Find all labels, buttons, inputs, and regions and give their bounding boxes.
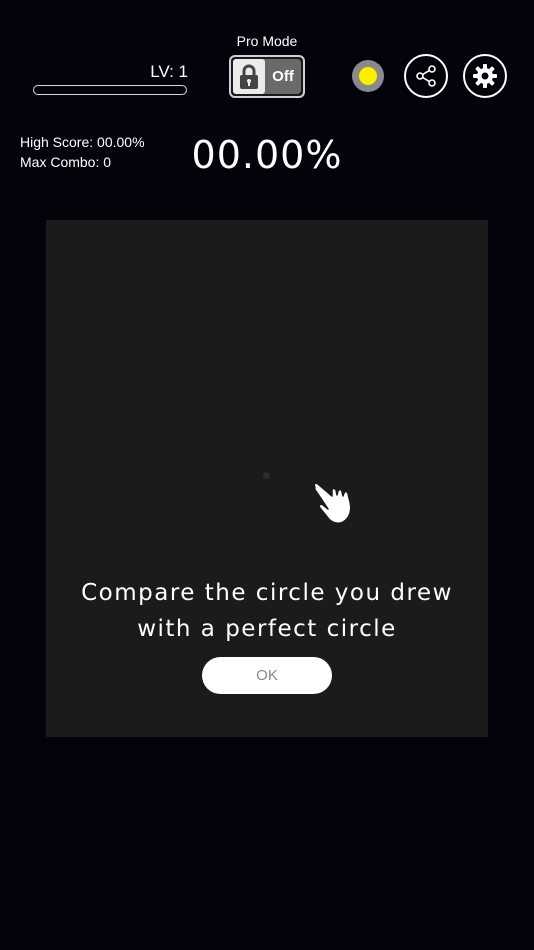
center-point: [263, 472, 270, 479]
level-progress-bar: [33, 85, 187, 95]
pro-mode-label: Pro Mode: [236, 33, 298, 49]
high-score: High Score: 00.00%: [20, 134, 145, 150]
tutorial-text-line-2: with a perfect circle: [137, 616, 397, 642]
max-combo: Max Combo: 0: [20, 154, 112, 170]
gear-icon: [473, 64, 497, 88]
share-button[interactable]: [404, 54, 448, 98]
lock-icon: [233, 59, 265, 94]
pro-mode-toggle-track: Off: [233, 59, 301, 94]
pro-mode-state: Off: [272, 68, 294, 85]
ok-button[interactable]: OK: [202, 657, 332, 694]
color-picker-button[interactable]: [352, 60, 384, 92]
level-label: LV: 1: [150, 62, 188, 81]
color-swatch: [359, 67, 377, 85]
current-score-percent: 00.00%: [191, 133, 343, 177]
pro-mode-toggle[interactable]: Off: [229, 55, 305, 98]
share-icon: [416, 65, 436, 87]
pointing-hand-icon: [310, 478, 360, 533]
settings-button[interactable]: [463, 54, 507, 98]
tutorial-text-line-1: Compare the circle you drew: [81, 580, 453, 606]
